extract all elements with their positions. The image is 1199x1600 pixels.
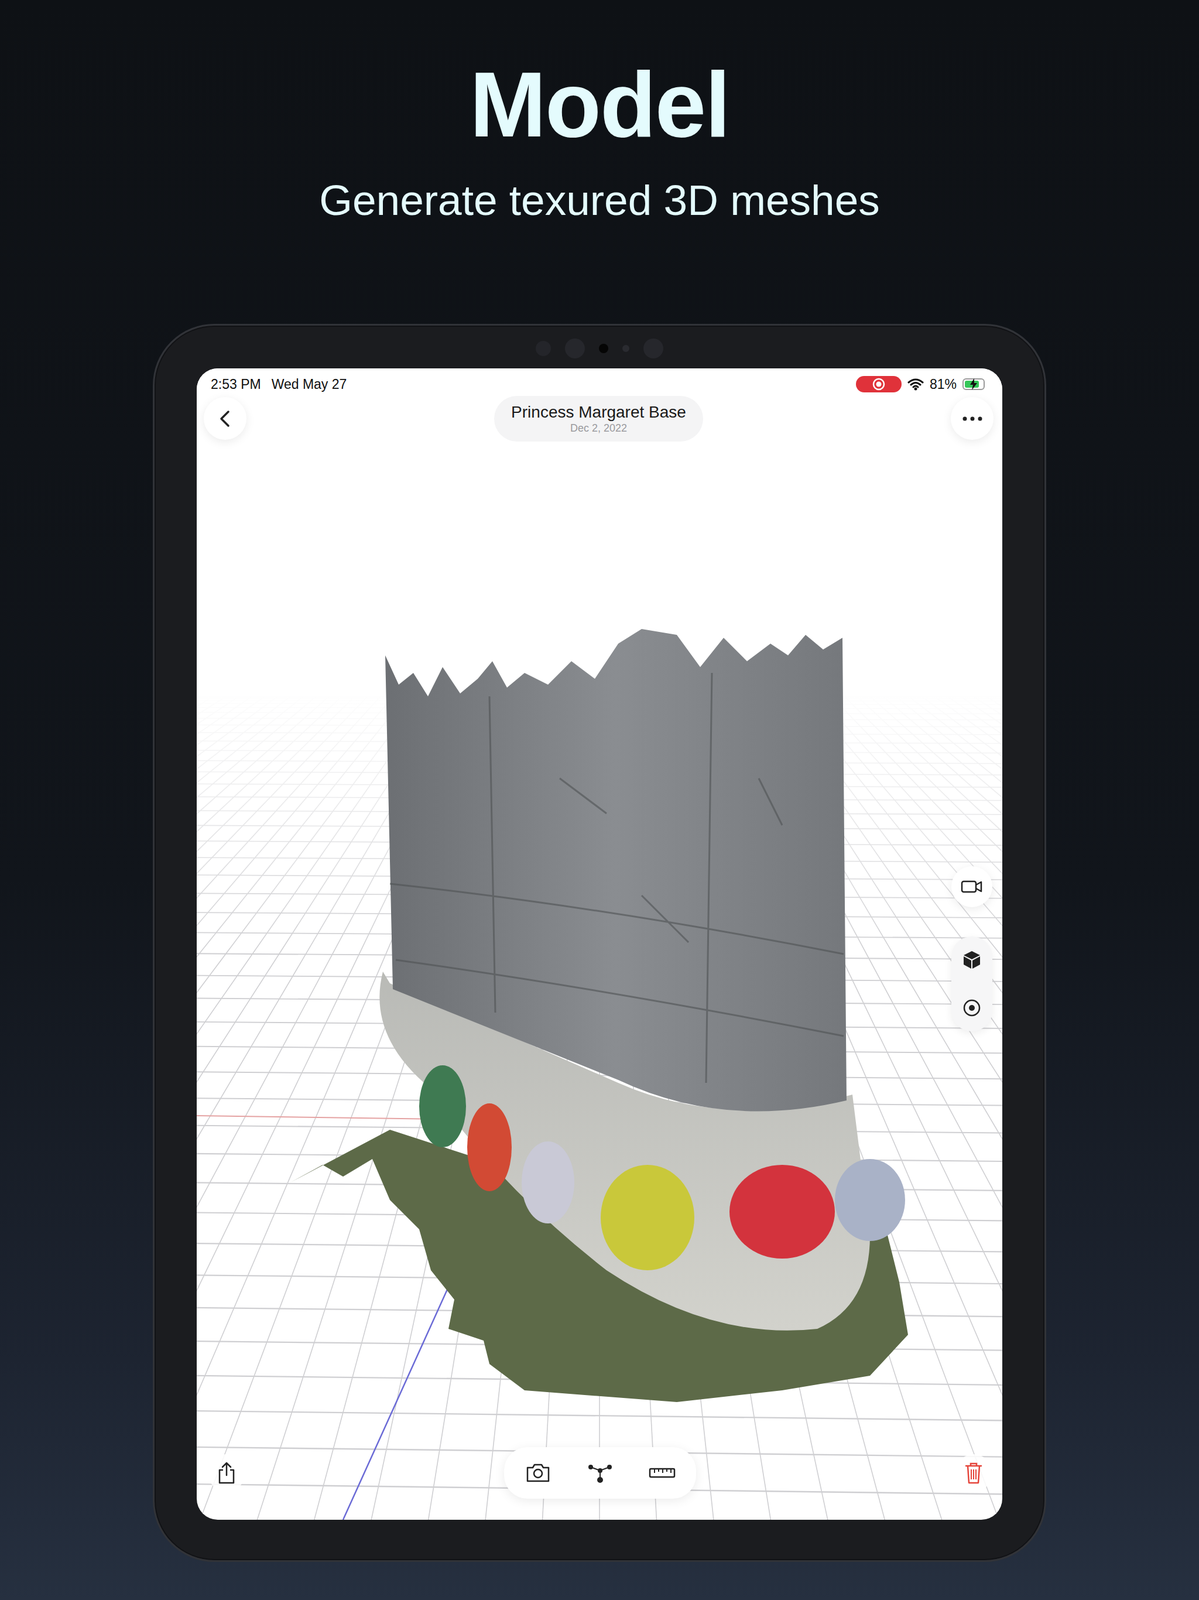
- tool-group: [504, 1446, 697, 1499]
- video-button[interactable]: [951, 865, 993, 907]
- model-title[interactable]: Princess Margaret BaseDec 2, 2022: [494, 395, 704, 442]
- app-screen: 2:53 PM Wed May 27 81% Princess Margaret Ba…: [196, 368, 1003, 1520]
- charging-bolt-icon: [968, 378, 979, 390]
- back-button[interactable]: [203, 396, 247, 440]
- camera-lens: [622, 344, 630, 352]
- status-date: Wed May 27: [271, 376, 348, 393]
- camera-lens: [564, 338, 585, 359]
- model-date: Dec 2, 2022: [570, 422, 628, 435]
- view-controls: [951, 865, 993, 1031]
- camera-array: [154, 338, 1045, 359]
- points-view-button[interactable]: [953, 988, 991, 1027]
- status-bar: 2:53 PM Wed May 27 81%: [196, 368, 1003, 396]
- camera-icon: [525, 1461, 551, 1483]
- ruler-icon: [648, 1465, 676, 1479]
- video-camera-icon: [960, 878, 983, 894]
- points-button[interactable]: [581, 1453, 619, 1492]
- trash-icon: [964, 1460, 983, 1485]
- status-left: 2:53 PM Wed May 27: [210, 376, 347, 393]
- camera-button[interactable]: [519, 1453, 557, 1492]
- nodes-icon: [587, 1461, 613, 1483]
- delete-button[interactable]: [954, 1453, 993, 1492]
- ellipsis-icon: [961, 416, 983, 421]
- record-icon: [872, 377, 886, 391]
- model-name: Princess Margaret Base: [511, 402, 687, 423]
- model-viewport[interactable]: [196, 368, 1003, 1520]
- more-button[interactable]: [950, 396, 994, 440]
- cube-icon: [962, 949, 982, 970]
- page-title: Model: [469, 58, 730, 151]
- chevron-left-icon: [217, 409, 234, 428]
- recording-indicator: [855, 375, 902, 393]
- battery-icon: [962, 378, 985, 390]
- status-right: 81%: [855, 375, 989, 393]
- camera-lens: [643, 338, 664, 359]
- battery-percent: 81%: [929, 376, 957, 393]
- mesh-view-button[interactable]: [953, 940, 991, 979]
- share-icon: [217, 1460, 236, 1485]
- wifi-icon: [907, 377, 924, 391]
- measure-button[interactable]: [643, 1453, 681, 1492]
- camera-lens: [598, 343, 609, 354]
- view-mode-group: [951, 936, 993, 1031]
- bottom-toolbar: [196, 1446, 1003, 1520]
- camera-lens: [535, 340, 551, 356]
- target-icon: [962, 998, 982, 1017]
- status-time: 2:53 PM: [210, 376, 262, 393]
- page-subtitle: Generate texured 3D meshes: [319, 174, 880, 226]
- nav-bar: Princess Margaret BaseDec 2, 2022: [196, 395, 1003, 442]
- share-button[interactable]: [207, 1453, 246, 1492]
- tablet-frame: 2:53 PM Wed May 27 81% Princess Margaret Ba…: [152, 323, 1047, 1562]
